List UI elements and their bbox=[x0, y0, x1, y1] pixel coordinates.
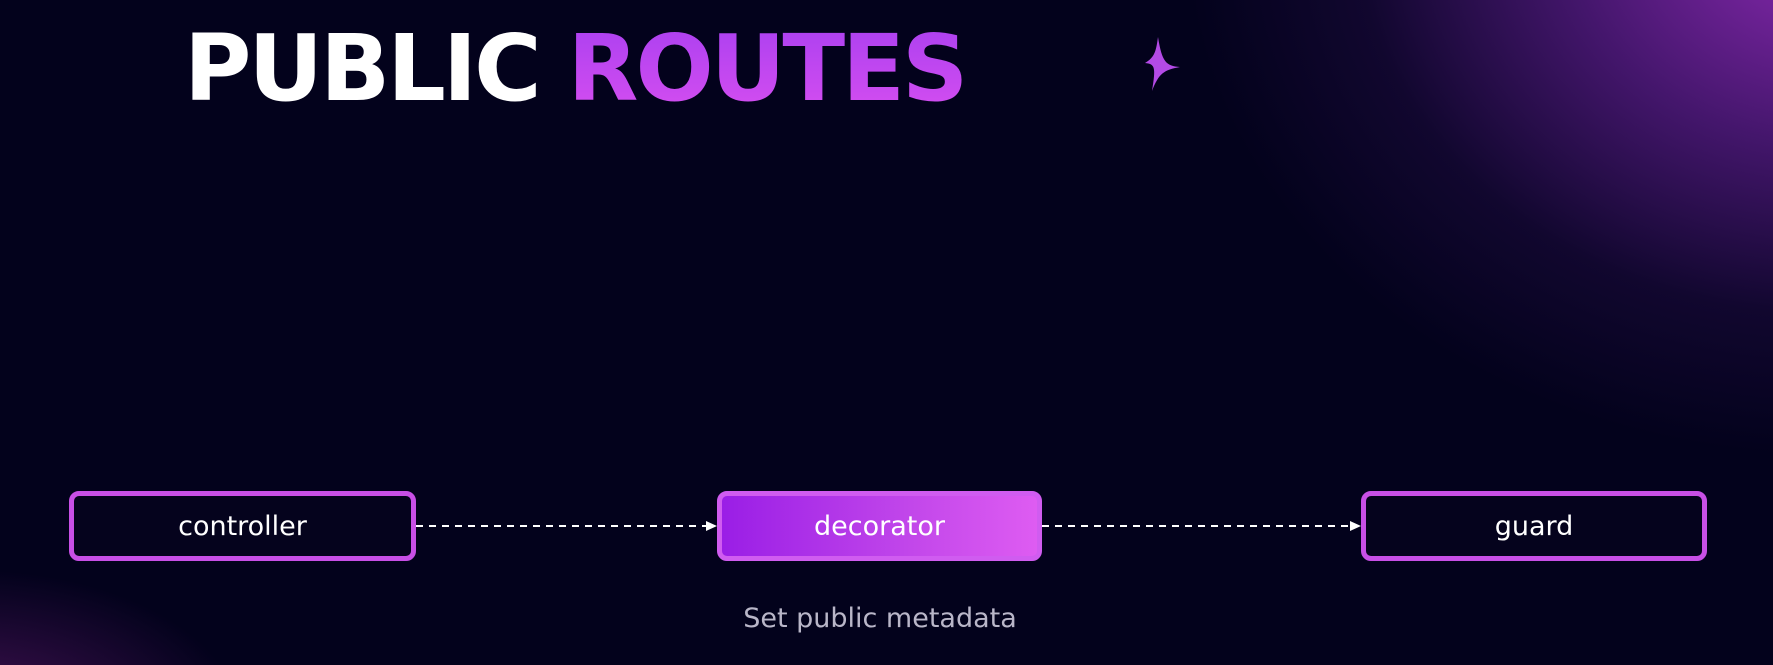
node-controller-label: controller bbox=[178, 510, 307, 542]
node-decorator: decorator bbox=[717, 491, 1042, 561]
diagram-edges bbox=[416, 521, 1361, 531]
slide-canvas: PUBLIC ROUTES controller decorator guard… bbox=[0, 0, 1773, 665]
node-decorator-label: decorator bbox=[814, 510, 945, 542]
edge-controller-decorator bbox=[416, 521, 717, 531]
arrowhead-icon bbox=[706, 521, 717, 531]
decorator-caption: Set public metadata bbox=[743, 603, 1017, 634]
node-controller: controller bbox=[69, 491, 416, 561]
node-guard: guard bbox=[1361, 491, 1707, 561]
edge-decorator-guard bbox=[1042, 521, 1361, 531]
node-guard-label: guard bbox=[1494, 510, 1574, 542]
arrowhead-icon bbox=[1350, 521, 1361, 531]
